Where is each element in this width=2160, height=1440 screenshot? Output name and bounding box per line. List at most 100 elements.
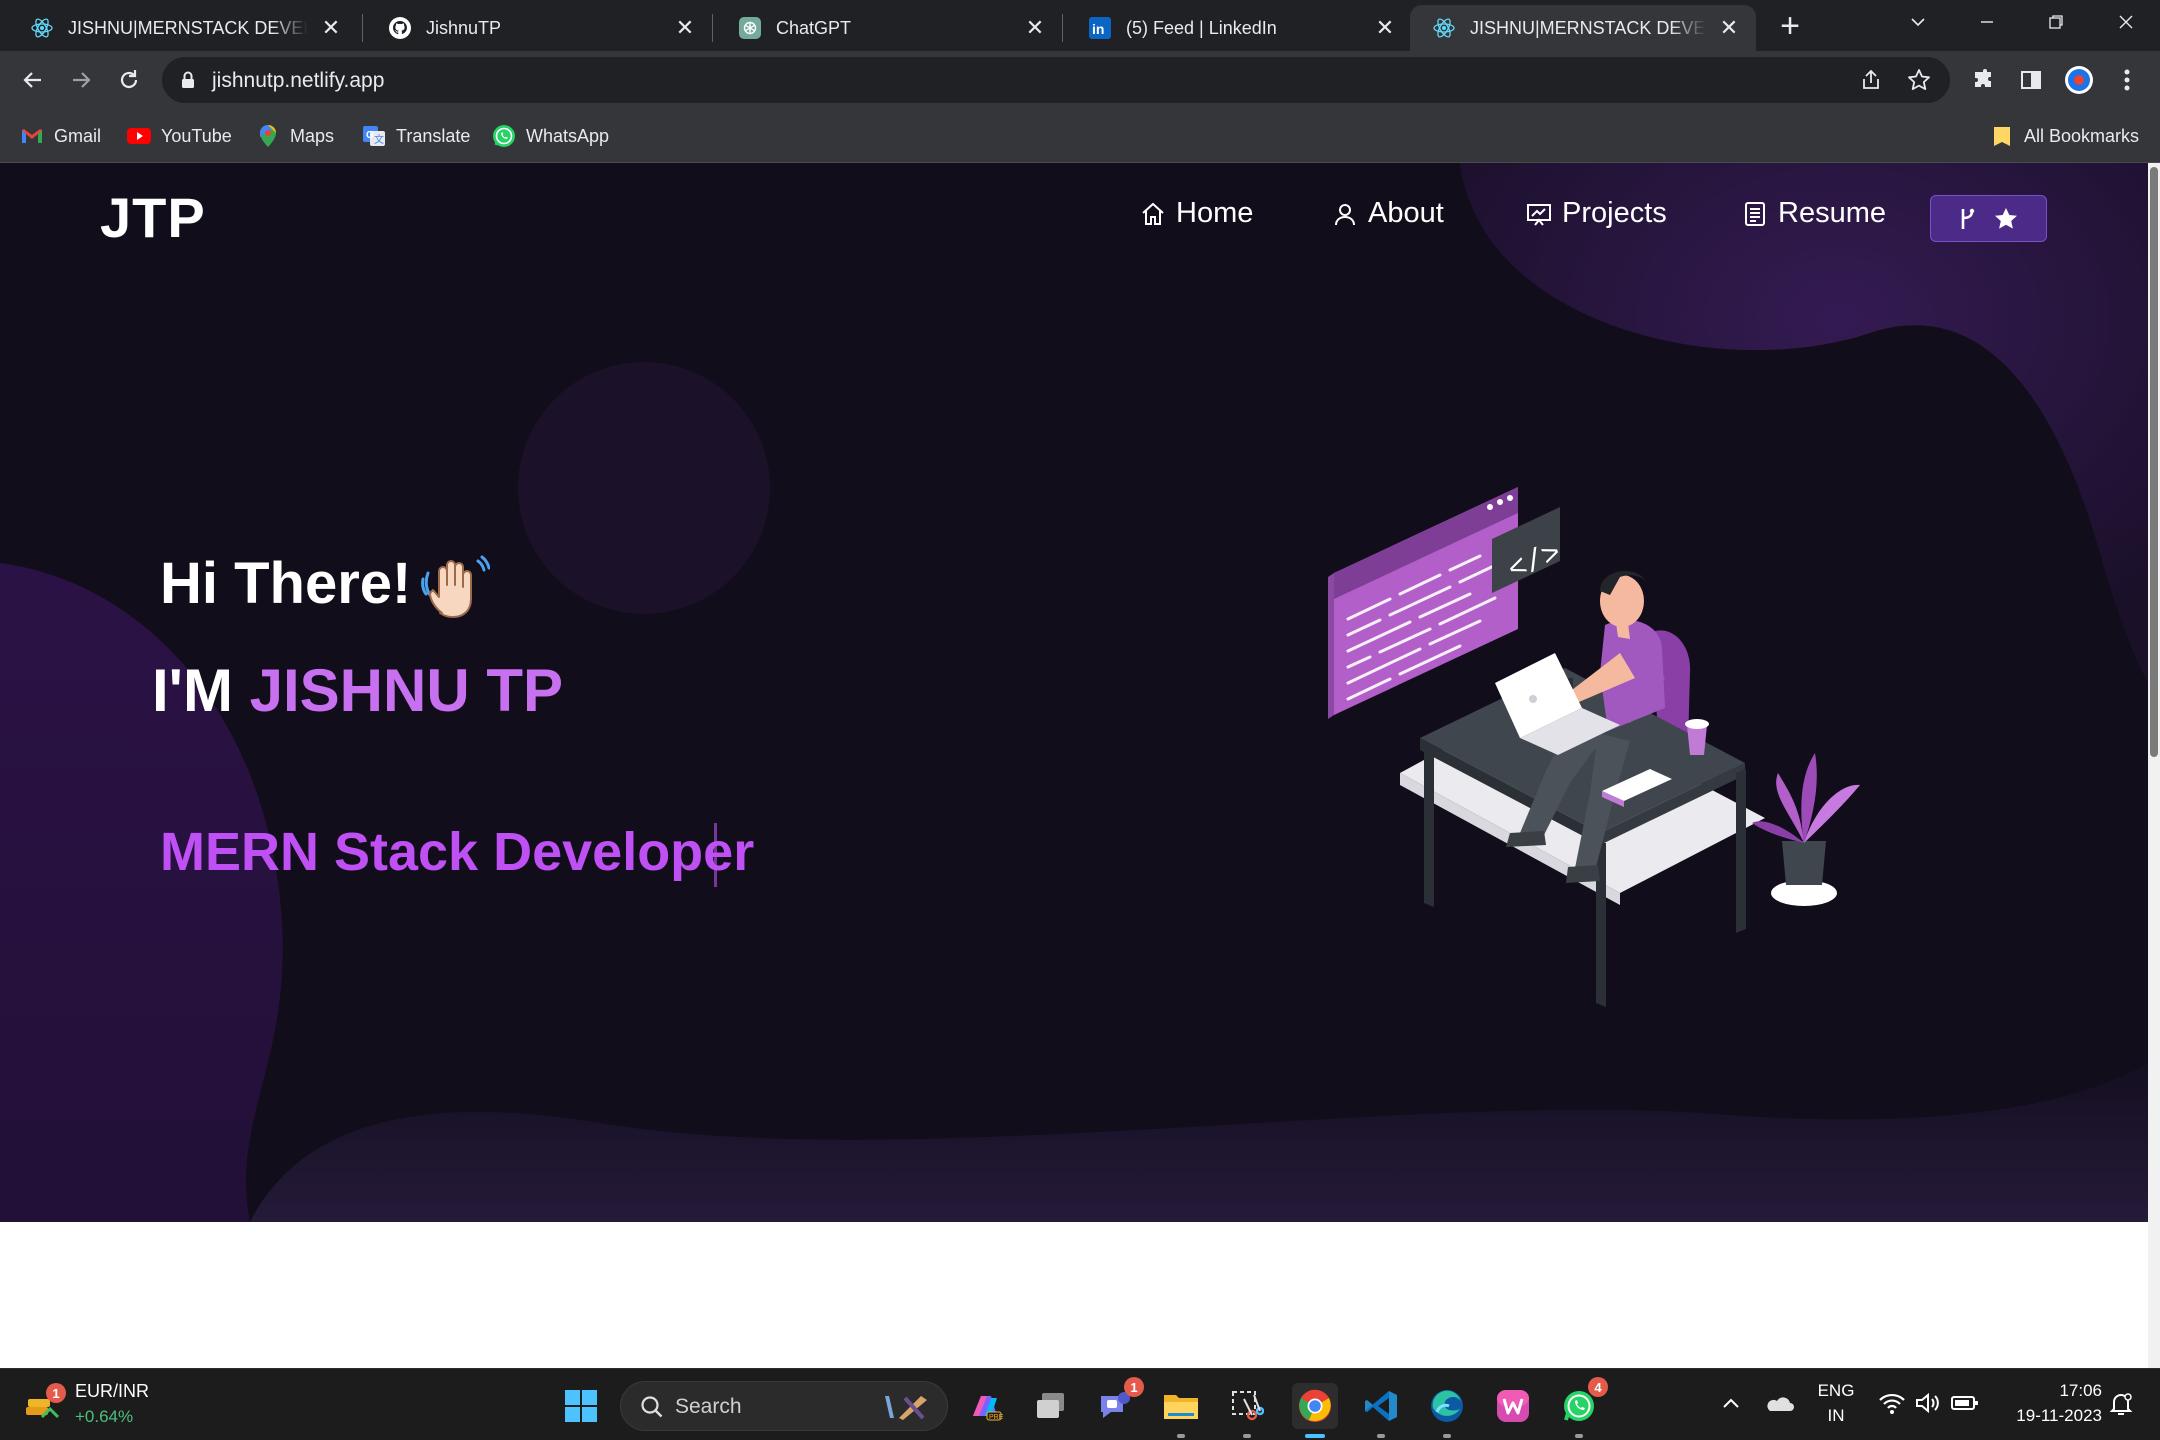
task-view-icon[interactable]	[1028, 1383, 1074, 1429]
profile-avatar[interactable]	[2058, 59, 2100, 101]
share-icon[interactable]	[1858, 67, 1884, 93]
maps-icon	[256, 124, 280, 148]
language-code[interactable]: ENG	[1814, 1381, 1858, 1401]
bookmark-label: Maps	[290, 125, 335, 146]
close-window-icon[interactable]	[2094, 0, 2158, 44]
role-typewriter: MERN Stack Developer	[160, 822, 755, 882]
clock-time[interactable]: 17:06	[1990, 1381, 2102, 1401]
gmail-icon	[20, 124, 44, 148]
close-tab-icon[interactable]: ✕	[1716, 15, 1742, 41]
widget-change: +0.64%	[75, 1407, 134, 1426]
vscode-icon[interactable]	[1358, 1383, 1404, 1438]
snipping-tool-icon[interactable]	[1224, 1383, 1270, 1438]
bookmark-maps[interactable]: Maps	[256, 121, 334, 151]
tab-title: JISHNU|MERNSTACK DEVELOPER	[1470, 17, 1706, 38]
weather-widget-icon[interactable]: 1	[24, 1383, 66, 1425]
projects-icon	[1524, 199, 1554, 229]
side-panel-icon[interactable]	[2010, 59, 2052, 101]
notifications-icon[interactable]	[2106, 1389, 2136, 1419]
bookmark-whatsapp[interactable]: WhatsApp	[492, 121, 609, 151]
chrome-icon[interactable]	[1292, 1383, 1338, 1438]
tab-divider	[362, 14, 363, 42]
bookmark-label: WhatsApp	[526, 125, 610, 146]
bookmark-label: Translate	[396, 125, 471, 146]
close-tab-icon[interactable]: ✕	[1022, 15, 1048, 41]
windows-start-icon[interactable]	[558, 1383, 604, 1429]
bookmark-youtube[interactable]: YouTube	[127, 121, 232, 151]
new-tab-button[interactable]: +	[1772, 7, 1808, 45]
tab-search-icon[interactable]	[1886, 0, 1950, 44]
svg-text:G: G	[366, 130, 374, 141]
site-logo[interactable]: JTP	[100, 185, 206, 250]
close-tab-icon[interactable]: ✕	[672, 15, 698, 41]
restore-icon[interactable]	[2024, 0, 2088, 44]
tab-divider	[712, 14, 713, 42]
copilot-icon[interactable]: PRE	[962, 1383, 1008, 1429]
tab-5-active[interactable]: JISHNU|MERNSTACK DEVELOPER ✕	[1410, 5, 1756, 51]
teams-badge: 1	[1124, 1377, 1144, 1397]
taskbar-search[interactable]: Search	[620, 1381, 948, 1431]
greeting-heading: Hi There!	[160, 551, 412, 616]
forward-icon[interactable]	[60, 59, 102, 101]
waving-hand-icon	[420, 553, 490, 623]
minimize-icon[interactable]	[1955, 0, 2019, 44]
address-bar[interactable]: jishnutp.netlify.app	[162, 57, 1950, 103]
running-indicator	[1177, 1434, 1185, 1438]
bookmark-star-icon[interactable]	[1906, 67, 1932, 93]
office-icon[interactable]	[1490, 1383, 1536, 1429]
teams-icon[interactable]: 1	[1092, 1377, 1144, 1429]
tab-1[interactable]: JISHNU|MERNSTACK DEVELOPER ✕	[8, 5, 358, 51]
active-indicator	[1305, 1434, 1325, 1438]
whatsapp-icon[interactable]: 4	[1556, 1377, 1608, 1438]
running-indicator	[1443, 1434, 1451, 1438]
tab-4[interactable]: in (5) Feed | LinkedIn ✕	[1066, 5, 1412, 51]
youtube-icon	[127, 124, 151, 148]
chevron-up-icon[interactable]	[1720, 1393, 1742, 1415]
github-star-button[interactable]	[1930, 195, 2047, 242]
nav-resume[interactable]: Resume	[1740, 197, 1886, 230]
file-explorer-icon[interactable]	[1158, 1383, 1204, 1438]
tab-2[interactable]: JishnuTP ✕	[366, 5, 712, 51]
tab-divider	[1062, 14, 1063, 42]
intro-name: JISHNU TP	[249, 657, 563, 724]
extensions-icon[interactable]	[1962, 59, 2004, 101]
github-icon	[388, 16, 412, 40]
onedrive-icon[interactable]	[1764, 1391, 1794, 1415]
chrome-menu-icon[interactable]	[2106, 59, 2148, 101]
widget-title[interactable]: EUR/INR	[75, 1381, 149, 1402]
close-tab-icon[interactable]: ✕	[1372, 15, 1398, 41]
clock-date[interactable]: 19-11-2023	[1990, 1406, 2102, 1426]
tab-strip: JISHNU|MERNSTACK DEVELOPER ✕ JishnuTP ✕ …	[0, 0, 2160, 51]
nav-label: Resume	[1778, 197, 1886, 229]
back-icon[interactable]	[12, 59, 54, 101]
react-icon	[1432, 16, 1456, 40]
developer-illustration: </>	[1328, 487, 1860, 1007]
windows-taskbar: 1 EUR/INR +0.64% Search PRE 1 4 ENG IN 1…	[0, 1368, 2160, 1440]
nav-home[interactable]: Home	[1138, 197, 1253, 230]
bookmark-translate[interactable]: G文 Translate	[362, 121, 470, 151]
reload-icon[interactable]	[108, 59, 150, 101]
lock-icon[interactable]	[178, 69, 198, 91]
edge-icon[interactable]	[1424, 1383, 1470, 1438]
typewriter-cursor	[714, 823, 717, 887]
translate-icon: G文	[362, 124, 386, 148]
close-tab-icon[interactable]: ✕	[318, 15, 344, 41]
region-code[interactable]: IN	[1814, 1406, 1858, 1426]
svg-text:PRE: PRE	[989, 1414, 1003, 1421]
search-placeholder: Search	[675, 1395, 742, 1418]
bookmarks-bar: Gmail YouTube Maps G文 Translate WhatsApp…	[0, 109, 2160, 163]
chatgpt-icon	[738, 16, 762, 40]
scrollbar-thumb[interactable]	[2150, 167, 2158, 757]
wifi-icon[interactable]	[1878, 1391, 1906, 1415]
volume-icon[interactable]	[1914, 1391, 1942, 1415]
bookmark-gmail[interactable]: Gmail	[20, 121, 101, 151]
battery-icon[interactable]	[1950, 1391, 1980, 1415]
nav-about[interactable]: About	[1330, 197, 1444, 230]
url-text: jishnutp.netlify.app	[212, 69, 385, 92]
bookmark-label: Gmail	[54, 125, 102, 146]
browser-toolbar: jishnutp.netlify.app	[0, 51, 2160, 109]
nav-projects[interactable]: Projects	[1524, 197, 1667, 230]
tab-3[interactable]: ChatGPT ✕	[716, 5, 1062, 51]
all-bookmarks[interactable]: All Bookmarks	[1990, 121, 2139, 151]
intro-prefix: I'M	[152, 657, 250, 724]
